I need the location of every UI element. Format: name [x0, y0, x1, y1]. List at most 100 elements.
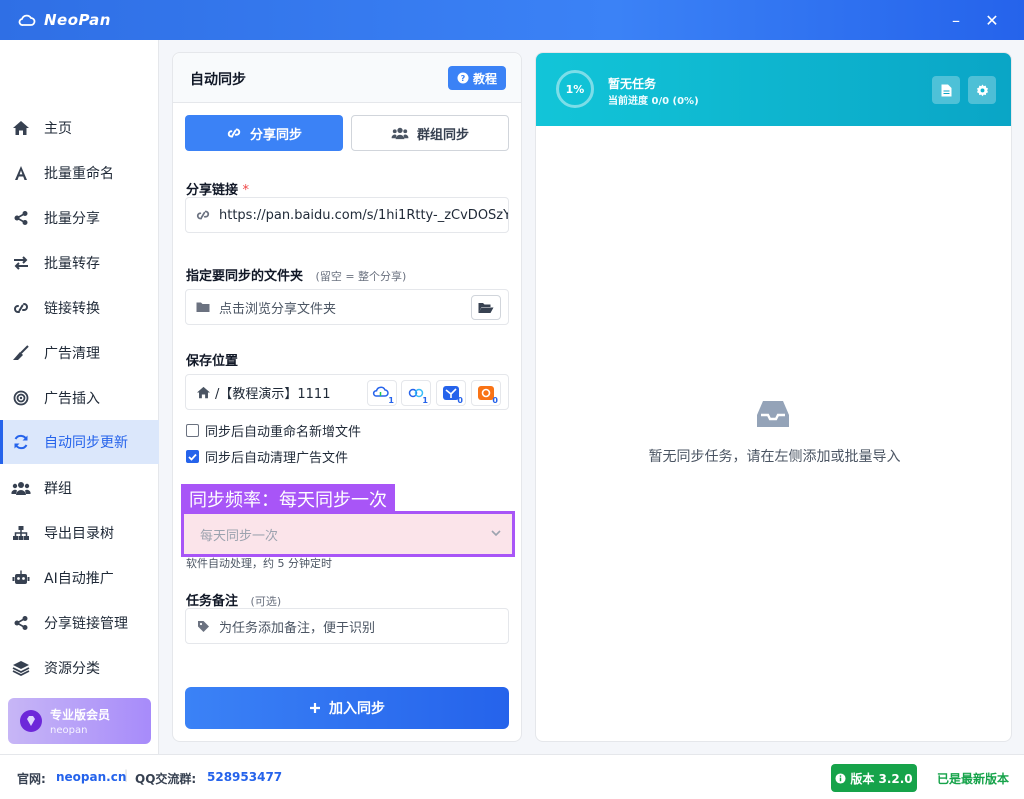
- tutorial-button[interactable]: ? 教程: [448, 66, 506, 90]
- title-bar: NeoPan – ✕: [0, 0, 1024, 40]
- frequency-value: 每天同步一次: [200, 528, 279, 544]
- share-link-label: 分享链接 *: [186, 179, 249, 198]
- log-button[interactable]: [932, 76, 960, 104]
- share-link-label-text: 分享链接: [186, 183, 239, 198]
- empty-state-text: 暂无同步任务，请在左侧添加或批量导入: [648, 449, 901, 465]
- sidebar-item-batch-share[interactable]: 批量分享: [0, 196, 159, 240]
- folder-label-text: 指定要同步的文件夹: [186, 269, 304, 284]
- progress-text: 1%: [565, 82, 585, 96]
- sidebar-item-label: 广告插入: [44, 391, 100, 407]
- task-panel: 1% 暂无任务 当前进度 0/0 (0%) 暂无同步任务，请在左侧添加或批量导入: [535, 52, 1012, 742]
- task-note-placeholder: 为任务添加备注，便于识别: [219, 620, 376, 636]
- sidebar-item-label: 链接转换: [44, 301, 100, 317]
- folder-icon: [195, 301, 211, 313]
- help-icon: ?: [457, 72, 469, 84]
- folder-hint: (留空 = 整个分享): [315, 270, 407, 283]
- pro-membership-card[interactable]: 专业版会员 neopan: [8, 698, 151, 744]
- checkbox-checked-icon[interactable]: [186, 450, 199, 463]
- status-footer: 官网: neopan.cn | QQ交流群: 528953477 版本 3.2.…: [0, 754, 1024, 799]
- sidebar-item-auto-sync[interactable]: 自动同步更新: [0, 420, 159, 464]
- sidebar-item-ad-insert[interactable]: 广告插入: [0, 376, 159, 420]
- frequency-select[interactable]: 每天同步一次: [188, 518, 508, 550]
- inbox-icon: [755, 399, 791, 429]
- required-mark: *: [242, 183, 250, 198]
- folder-placeholder: 点击浏览分享文件夹: [219, 301, 337, 317]
- sidebar-item-label: 批量转存: [44, 256, 100, 272]
- link-icon: [195, 208, 211, 222]
- baidu-cloud-button[interactable]: 1: [367, 380, 397, 406]
- sidebar-item-transfer[interactable]: 批量转存: [0, 241, 159, 285]
- sidebar-item-link-manage[interactable]: 分享链接管理: [0, 601, 159, 645]
- sidebar-item-label: 导出目录树: [44, 526, 114, 542]
- cloud-badge: 1: [388, 396, 394, 405]
- sidebar-item-link-convert[interactable]: 链接转换: [0, 286, 159, 330]
- sidebar-item-ai-promote[interactable]: AI自动推广: [0, 556, 159, 600]
- frequency-note: 软件自动处理，约 5 分钟定时: [186, 557, 332, 570]
- close-icon: ✕: [985, 10, 999, 30]
- auto-sync-panel: 自动同步 ? 教程 分享同步 群组同步 分享链接 * https://pan.b…: [172, 52, 522, 742]
- folder-label: 指定要同步的文件夹 (留空 = 整个分享): [186, 265, 406, 284]
- save-location-label: 保存位置: [186, 354, 239, 369]
- footer-divider: |: [124, 768, 129, 782]
- sidebar-item-export-tree[interactable]: 导出目录树: [0, 511, 159, 555]
- robot-icon: [11, 568, 31, 588]
- minimize-button[interactable]: –: [944, 8, 968, 32]
- share-link-value: https://pan.baidu.com/s/1hi1Rtty-_zCvDOS…: [219, 207, 508, 223]
- save-location-field[interactable]: /【教程演示】1111 1 1 0 0: [185, 374, 509, 410]
- exchange-icon: [11, 253, 31, 273]
- auto-clean-checkbox[interactable]: 同步后自动清理广告文件: [186, 447, 348, 466]
- qq-group-number[interactable]: 528953477: [207, 770, 282, 784]
- sidebar-item-label: 批量重命名: [44, 166, 114, 182]
- plus-icon: [309, 702, 321, 714]
- sidebar-item-label: 自动同步更新: [44, 435, 128, 451]
- sidebar-item-groups[interactable]: 群组: [0, 466, 159, 510]
- tab-group-sync[interactable]: 群组同步: [351, 115, 509, 151]
- sidebar-item-label: 资源分类: [44, 661, 100, 677]
- checkbox-unchecked-icon[interactable]: [186, 424, 199, 437]
- bullseye-icon: [11, 388, 31, 408]
- sidebar-item-label: AI自动推广: [44, 571, 114, 587]
- sidebar-item-categories[interactable]: 资源分类: [0, 646, 159, 690]
- quark-drive-button[interactable]: 0: [436, 380, 466, 406]
- close-button[interactable]: ✕: [980, 8, 1004, 32]
- home-icon: [11, 118, 31, 138]
- pro-title: 专业版会员: [50, 708, 111, 722]
- users-icon: [391, 126, 409, 140]
- add-sync-label: 加入同步: [329, 701, 385, 717]
- sync-icon: [11, 432, 31, 452]
- pro-username: neopan: [50, 725, 88, 736]
- chevron-down-icon: [490, 527, 502, 539]
- auto-rename-checkbox[interactable]: 同步后自动重命名新增文件: [186, 421, 361, 440]
- frequency-highlight: 每天同步一次: [181, 511, 515, 557]
- aliyun-drive-button[interactable]: 1: [401, 380, 431, 406]
- tutorial-label: 教程: [472, 71, 497, 86]
- sidebar-item-home[interactable]: 主页: [0, 106, 159, 150]
- uc-drive-button[interactable]: 0: [471, 380, 501, 406]
- version-label: 版本 3.2.0: [850, 771, 913, 786]
- panel-title: 自动同步: [190, 72, 246, 88]
- task-note-input[interactable]: 为任务添加备注，便于识别: [185, 608, 509, 644]
- sidebar-item-rename[interactable]: 批量重命名: [0, 151, 159, 195]
- browse-folder-button[interactable]: [471, 295, 501, 320]
- add-sync-button[interactable]: 加入同步: [185, 687, 509, 729]
- info-icon: [835, 772, 846, 784]
- broom-icon: [11, 343, 31, 363]
- sitemap-icon: [11, 523, 31, 543]
- share-link-input[interactable]: https://pan.baidu.com/s/1hi1Rtty-_zCvDOS…: [185, 197, 509, 233]
- website-link[interactable]: neopan.cn: [56, 770, 126, 784]
- sidebar-item-ad-clean[interactable]: 广告清理: [0, 331, 159, 375]
- task-note-label-text: 任务备注: [186, 594, 239, 609]
- users-icon: [11, 478, 31, 498]
- version-button[interactable]: 版本 3.2.0: [831, 764, 917, 792]
- panel-header: 自动同步 ? 教程: [173, 53, 521, 103]
- folder-browse-field[interactable]: 点击浏览分享文件夹: [185, 289, 509, 325]
- gear-icon: [976, 83, 989, 97]
- progress-ring: 1%: [556, 70, 594, 108]
- share-icon: [11, 208, 31, 228]
- latest-version-text: 已是最新版本: [937, 772, 1010, 786]
- settings-button[interactable]: [968, 76, 996, 104]
- tab-share-sync[interactable]: 分享同步: [185, 115, 343, 151]
- gem-icon: [20, 710, 42, 732]
- sidebar-item-label: 分享链接管理: [44, 616, 128, 632]
- task-header: 1% 暂无任务 当前进度 0/0 (0%): [536, 53, 1011, 126]
